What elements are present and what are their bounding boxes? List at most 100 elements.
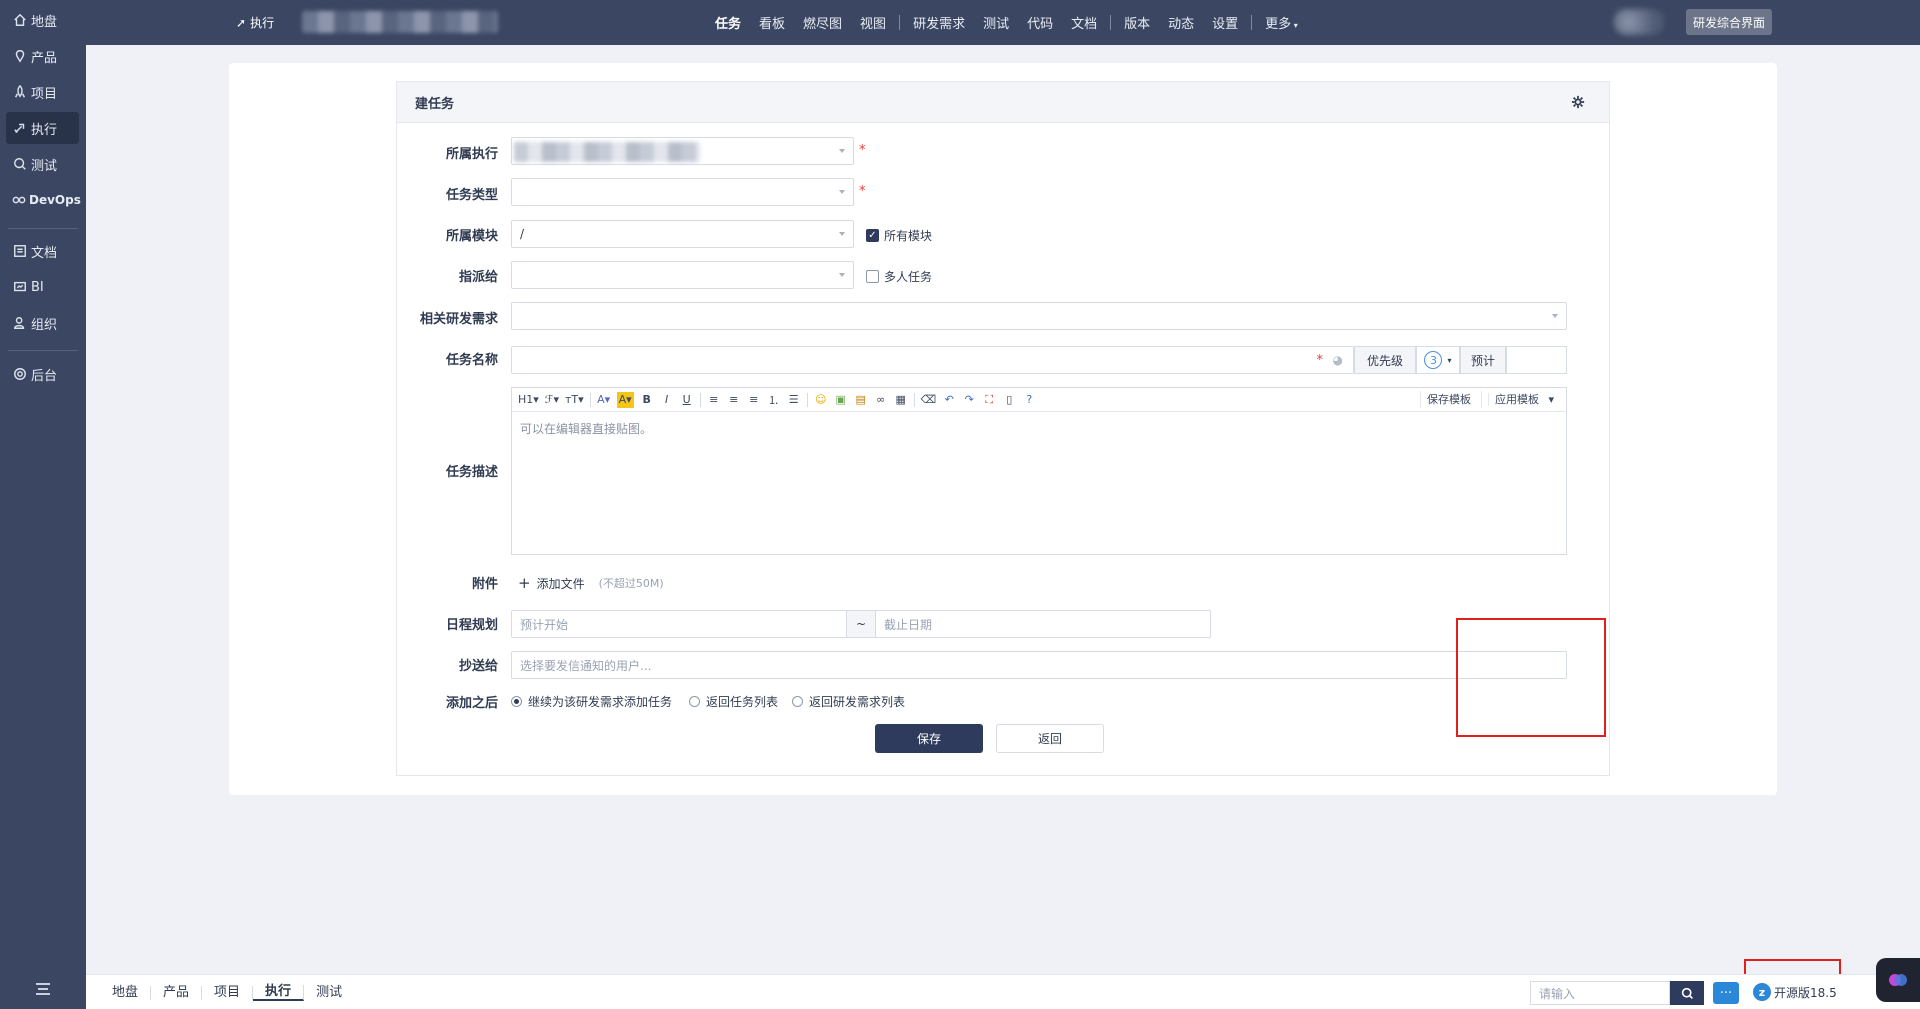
execution-name-blurred[interactable] xyxy=(302,11,498,33)
footer-nav-execution[interactable]: 执行 xyxy=(253,984,305,1001)
editor-body[interactable]: 可以在编辑器直接贴图。 xyxy=(512,412,1566,445)
search-input[interactable]: 请输入 xyxy=(1530,981,1670,1005)
est-start-input[interactable]: 预计开始 xyxy=(511,610,847,638)
org-icon xyxy=(12,315,28,331)
execution-label: 所属执行 xyxy=(445,147,498,162)
all-modules-checkbox[interactable]: 所有模块 xyxy=(866,227,932,244)
redo-icon[interactable]: ↷ xyxy=(962,392,976,408)
sidebar-divider xyxy=(8,228,78,229)
sidebar-item-label: 组织 xyxy=(31,317,58,333)
estimate-input[interactable] xyxy=(1506,346,1567,374)
nav-task[interactable]: 任务 xyxy=(706,13,750,32)
save-button[interactable]: 保存 xyxy=(875,724,983,753)
after-continue-radio[interactable]: 继续为该研发需求添加任务 xyxy=(511,693,672,710)
add-file-button[interactable]: + 添加文件 (不超过50M) xyxy=(518,574,664,592)
nav-test[interactable]: 测试 xyxy=(974,13,1018,32)
editor-toolbar: H1▾ ℱ▾ тT▾ A▾ A▾ B I U ≡ ≡ ≡ ⒈ ☰ ☺ ▣ ▤ ∞… xyxy=(512,388,1566,412)
ordered-list-icon[interactable]: ⒈ xyxy=(767,392,781,408)
priority-select[interactable]: 3 ▾ xyxy=(1416,346,1460,374)
mailto-select[interactable]: 选择要发信通知的用户... xyxy=(511,651,1567,679)
version-badge[interactable]: z 开源版18.5 xyxy=(1753,983,1837,1001)
media-icon[interactable]: ▤ xyxy=(854,392,868,408)
deadline-input[interactable]: 截止日期 xyxy=(875,610,1211,638)
nav-divider xyxy=(1110,15,1112,30)
sidebar-collapse-icon[interactable] xyxy=(30,979,56,999)
color-picker-icon[interactable]: ◕ xyxy=(1333,353,1343,367)
sidebar: 地盘 产品 项目 执行 测试 DevOps 文档 BI 组织 后台 xyxy=(0,0,86,1009)
chat-icon[interactable]: ··· xyxy=(1713,982,1739,1004)
fullscreen-icon[interactable]: ⛶ xyxy=(982,392,996,408)
test-icon xyxy=(12,156,28,172)
align-left-icon[interactable]: ≡ xyxy=(707,392,721,408)
source-icon[interactable]: ▯ xyxy=(1002,392,1016,408)
back-button[interactable]: 返回 xyxy=(996,724,1104,753)
footer-nav-home[interactable]: 地盘 xyxy=(100,985,152,1000)
highlight-icon[interactable]: A▾ xyxy=(616,391,634,408)
table-icon[interactable]: ▦ xyxy=(894,392,908,408)
after-tasklist-radio[interactable]: 返回任务列表 xyxy=(689,693,778,710)
font-family-icon[interactable]: ℱ▾ xyxy=(545,392,559,408)
home-icon xyxy=(12,12,28,28)
apply-template-button[interactable]: 应用模板 ▾ xyxy=(1480,391,1560,408)
module-select[interactable]: / xyxy=(511,220,854,248)
sidebar-item-devops[interactable]: DevOps xyxy=(6,184,81,216)
save-template-button[interactable]: 保存模板 xyxy=(1419,391,1477,408)
admin-icon xyxy=(12,366,28,382)
ai-assistant-icon[interactable] xyxy=(1876,958,1920,1002)
help-icon[interactable]: ? xyxy=(1022,392,1036,408)
task-name-input[interactable]: * ◕ xyxy=(511,346,1354,374)
assign-select[interactable] xyxy=(511,261,854,289)
sidebar-item-product[interactable]: 产品 xyxy=(6,40,79,72)
nav-more[interactable]: 更多 ▾ xyxy=(1256,13,1307,32)
sidebar-item-bi[interactable]: BI xyxy=(6,271,79,303)
section-title[interactable]: ➚ 执行 xyxy=(236,14,274,31)
task-type-select[interactable] xyxy=(511,178,854,206)
sidebar-item-admin[interactable]: 后台 xyxy=(6,358,79,390)
nav-view[interactable]: 视图 xyxy=(851,13,895,32)
sidebar-item-org[interactable]: 组织 xyxy=(6,307,79,339)
nav-settings[interactable]: 设置 xyxy=(1203,13,1247,32)
sidebar-item-test[interactable]: 测试 xyxy=(6,148,79,180)
bold-icon[interactable]: B xyxy=(640,392,654,408)
story-select[interactable] xyxy=(511,302,1567,330)
font-color-icon[interactable]: A▾ xyxy=(597,392,611,408)
footer-nav-test[interactable]: 测试 xyxy=(304,985,354,1000)
align-right-icon[interactable]: ≡ xyxy=(747,392,761,408)
radio-icon xyxy=(792,696,803,707)
image-icon[interactable]: ▣ xyxy=(834,392,848,408)
unordered-list-icon[interactable]: ☰ xyxy=(787,392,801,408)
sidebar-item-home[interactable]: 地盘 xyxy=(6,4,79,36)
align-center-icon[interactable]: ≡ xyxy=(727,392,741,408)
footer-nav-product[interactable]: 产品 xyxy=(151,985,203,1000)
nav-burndown[interactable]: 燃尽图 xyxy=(794,13,851,32)
italic-icon[interactable]: I xyxy=(660,392,674,408)
nav-doc[interactable]: 文档 xyxy=(1062,13,1106,32)
gear-icon[interactable] xyxy=(1571,95,1585,109)
sidebar-item-doc[interactable]: 文档 xyxy=(6,235,79,267)
date-range-separator: ~ xyxy=(846,610,876,638)
chevron-down-icon xyxy=(839,232,845,236)
undo-icon[interactable]: ↶ xyxy=(942,392,956,408)
template-actions: 保存模板 应用模板 ▾ xyxy=(1419,391,1560,408)
nav-code[interactable]: 代码 xyxy=(1018,13,1062,32)
footer-nav-project[interactable]: 项目 xyxy=(202,985,254,1000)
nav-build[interactable]: 版本 xyxy=(1115,13,1159,32)
sidebar-item-project[interactable]: 项目 xyxy=(6,76,79,108)
heading-icon[interactable]: H1▾ xyxy=(518,392,539,408)
nav-story[interactable]: 研发需求 xyxy=(904,13,974,32)
nav-kanban[interactable]: 看板 xyxy=(750,13,794,32)
after-storylist-radio[interactable]: 返回研发需求列表 xyxy=(792,693,905,710)
sidebar-item-execution[interactable]: 执行 xyxy=(6,112,79,144)
emoji-icon[interactable]: ☺ xyxy=(814,392,828,408)
link-icon[interactable]: ∞ xyxy=(874,392,888,408)
description-editor[interactable]: H1▾ ℱ▾ тT▾ A▾ A▾ B I U ≡ ≡ ≡ ⒈ ☰ ☺ ▣ ▤ ∞… xyxy=(511,387,1567,555)
multi-task-checkbox[interactable]: 多人任务 xyxy=(866,268,932,285)
underline-icon[interactable]: U xyxy=(680,392,694,408)
top-nav: 任务 看板 燃尽图 视图 研发需求 测试 代码 文档 版本 动态 设置 更多 ▾ xyxy=(706,0,1307,45)
nav-dynamic[interactable]: 动态 xyxy=(1159,13,1203,32)
user-menu[interactable]: 研发综合界面 xyxy=(1686,9,1773,35)
font-size-icon[interactable]: тT▾ xyxy=(565,392,584,408)
avatar[interactable] xyxy=(1614,9,1664,35)
eraser-icon[interactable]: ⌫ xyxy=(921,392,937,408)
search-button[interactable] xyxy=(1670,981,1704,1005)
